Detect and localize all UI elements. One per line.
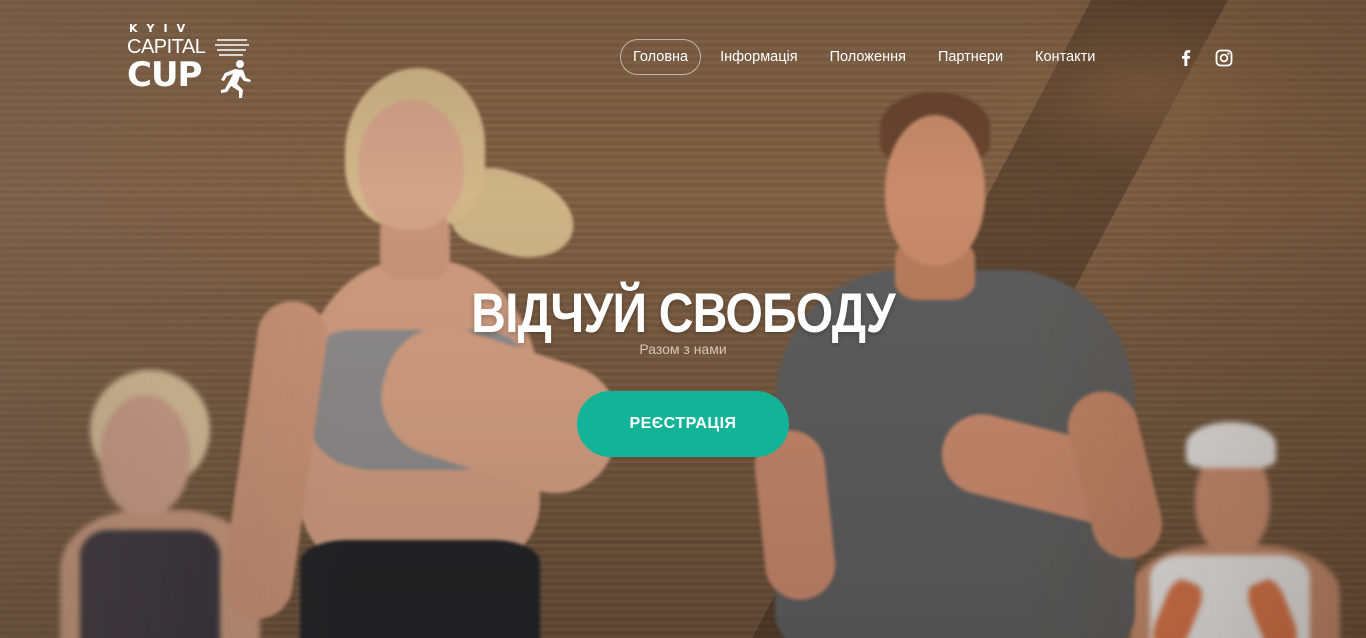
runner-logo-icon (215, 39, 251, 98)
main-nav: Головна Інформація Положення Партнери Ко… (620, 39, 1114, 75)
logo-line-cup: CUP (127, 55, 202, 95)
site-logo[interactable]: KYIV CAPITAL CUP (127, 22, 257, 102)
nav-item-home[interactable]: Головна (620, 39, 702, 75)
hero-title: ВІДЧУЙ СВОБОДУ (471, 281, 896, 344)
nav-item-partners[interactable]: Партнери (925, 39, 1016, 75)
hero-section: KYIV CAPITAL CUP Головна Інформація Поло… (0, 0, 1366, 638)
nav-item-information[interactable]: Інформація (707, 39, 811, 75)
instagram-icon[interactable] (1214, 48, 1234, 68)
facebook-icon[interactable] (1176, 48, 1196, 68)
hero-subtitle: Разом з нами (639, 341, 727, 357)
registration-button[interactable]: РЕЄСТРАЦІЯ (577, 391, 789, 457)
nav-item-regulations[interactable]: Положення (817, 39, 919, 75)
social-links (1176, 48, 1234, 68)
nav-item-contacts[interactable]: Контакти (1022, 39, 1108, 75)
logo-line-kyiv: KYIV (129, 22, 195, 35)
